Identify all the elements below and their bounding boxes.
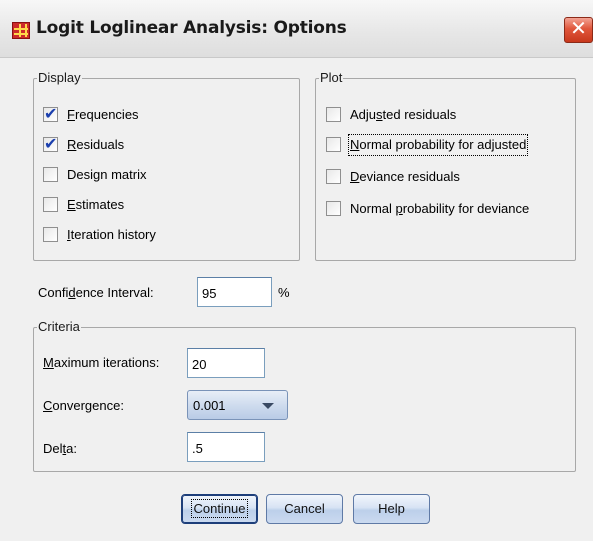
- estimates-checkbox[interactable]: Estimates: [43, 196, 243, 214]
- continue-button-label: Continue: [191, 499, 248, 518]
- spss-table-icon: [12, 22, 30, 39]
- frequencies-label: Frequencies: [67, 107, 139, 122]
- adjusted-residuals-checkbox-box[interactable]: [326, 107, 341, 122]
- help-button[interactable]: Help: [353, 494, 430, 524]
- dialog-title: Logit Loglinear Analysis: Options: [36, 18, 347, 38]
- residuals-checkbox-box[interactable]: [43, 134, 58, 154]
- deviance-residuals-label: Deviance residuals: [350, 169, 460, 184]
- normal-probability-deviance-checkbox-box[interactable]: [326, 201, 341, 216]
- plot-group-legend: Plot: [319, 70, 344, 85]
- display-group-legend: Display: [37, 70, 82, 85]
- percent-sign: %: [278, 285, 290, 300]
- close-icon: ✕: [570, 18, 587, 40]
- cancel-button-label: Cancel: [284, 501, 325, 516]
- criteria-group-legend: Criteria: [37, 319, 81, 334]
- delta-input[interactable]: .5: [187, 432, 265, 462]
- help-button-label: Help: [378, 501, 405, 516]
- convergence-select[interactable]: 0.001: [187, 390, 288, 420]
- normal-probability-deviance-label: Normal probability for deviance: [350, 201, 530, 216]
- delta-label: Delta:: [43, 441, 77, 456]
- normal-probability-adjusted-checkbox[interactable]: Normal probability for adjusted: [326, 134, 571, 156]
- adjusted-residuals-label: Adjusted residuals: [350, 107, 457, 122]
- normal-probability-deviance-checkbox[interactable]: Normal probability for deviance: [326, 200, 571, 218]
- iteration-history-checkbox-box[interactable]: [43, 227, 58, 242]
- residuals-label: Residuals: [67, 137, 125, 152]
- estimates-label: Estimates: [67, 197, 125, 212]
- confidence-interval-label: Confidence Interval:: [38, 285, 154, 300]
- convergence-label: Convergence:: [43, 398, 124, 413]
- maximum-iterations-label: Maximum iterations:: [43, 355, 160, 370]
- deviance-residuals-checkbox[interactable]: Deviance residuals: [326, 168, 571, 186]
- design-matrix-checkbox-box[interactable]: [43, 167, 58, 182]
- estimates-checkbox-box[interactable]: [43, 197, 58, 212]
- chevron-down-icon[interactable]: [262, 403, 274, 409]
- title-bar[interactable]: Logit Loglinear Analysis: Options ✕: [0, 0, 593, 58]
- convergence-value: 0.001: [193, 398, 226, 413]
- maximum-iterations-input[interactable]: 20: [187, 348, 265, 378]
- cancel-button[interactable]: Cancel: [266, 494, 343, 524]
- iteration-history-label: Iteration history: [67, 227, 156, 242]
- frequencies-checkbox[interactable]: Frequencies: [43, 104, 243, 124]
- design-matrix-checkbox[interactable]: Design matrix: [43, 166, 243, 184]
- residuals-checkbox[interactable]: Residuals: [43, 134, 243, 154]
- frequencies-checkbox-box[interactable]: [43, 104, 58, 124]
- options-dialog: Logit Loglinear Analysis: Options ✕ Disp…: [0, 0, 593, 541]
- deviance-residuals-checkbox-box[interactable]: [326, 169, 341, 184]
- adjusted-residuals-checkbox[interactable]: Adjusted residuals: [326, 106, 571, 124]
- normal-probability-adjusted-checkbox-box[interactable]: [326, 137, 341, 152]
- iteration-history-checkbox[interactable]: Iteration history: [43, 226, 243, 244]
- continue-button[interactable]: Continue: [181, 494, 258, 524]
- design-matrix-label: Design matrix: [67, 167, 147, 182]
- normal-probability-adjusted-label: Normal probability for adjusted: [347, 134, 529, 156]
- confidence-interval-input[interactable]: 95: [197, 277, 272, 307]
- close-button[interactable]: ✕: [564, 17, 593, 43]
